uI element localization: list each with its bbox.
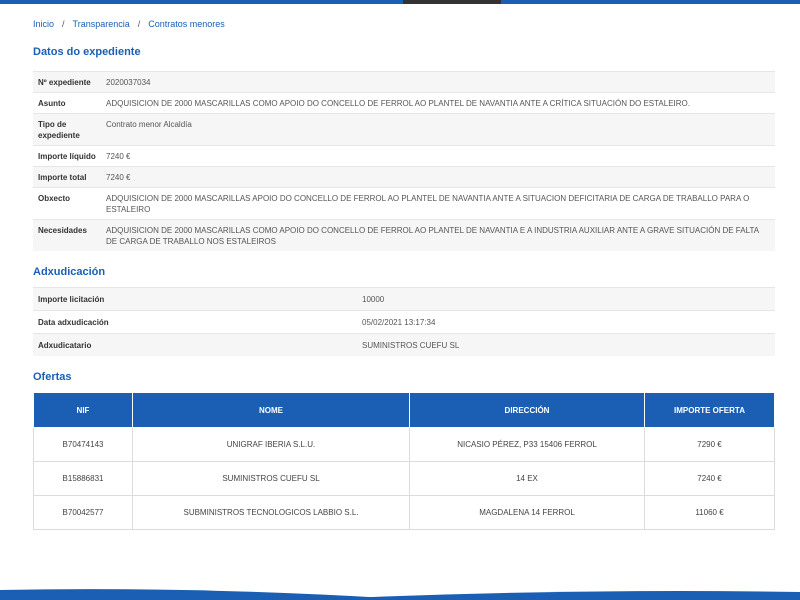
table-row: Asunto ADQUISICION DE 2000 MASCARILLAS C… [33,92,775,114]
field-label: Necesidades [33,219,101,251]
field-value: ADQUISICION DE 2000 MASCARILLAS APOIO DO… [101,187,775,220]
table-row: Data adxudicación 05/02/2021 13:17:34 [33,310,775,334]
table-row: Importe licitación 10000 [33,287,775,311]
column-header-nome: NOME [132,392,410,428]
table-row: Importe líquido 7240 € [33,145,775,167]
main-content: Inicio / Transparencia / Contratos menores D… [33,16,775,530]
column-header-importe-oferta: IMPORTE OFERTA [644,392,775,428]
field-label: Obxecto [33,187,101,220]
footer-decoration [0,589,800,600]
section-title-ofertas: Ofertas [33,371,72,383]
field-value: 05/02/2021 13:17:34 [357,310,775,334]
breadcrumb-separator: / [137,19,141,29]
breadcrumb-transparencia[interactable]: Transparencia [73,19,130,29]
breadcrumb: Inicio / Transparencia / Contratos menores [33,16,775,32]
table-row: Nº expediente 2020037034 [33,71,775,93]
cell-direccion: MAGDALENA 14 FERROL [409,495,645,530]
field-value: ADQUISICION DE 2000 MASCARILLAS COMO APO… [101,219,775,251]
field-label: Adxudicatario [33,333,357,356]
field-value: SUMINISTROS CUEFU SL [357,333,775,356]
top-active-indicator [403,0,501,4]
breadcrumb-inicio[interactable]: Inicio [33,19,54,29]
field-label: Importe total [33,166,101,188]
cell-importe-oferta: 11060 € [644,495,775,530]
section-title-adxudicacion: Adxudicación [33,266,106,278]
cell-direccion: NICASIO PÉREZ, P33 15406 FERROL [409,427,645,462]
cell-nif: B70474143 [33,427,133,462]
ofertas-table: NIF NOME DIRECCIÓN IMPORTE OFERTA B70474… [33,392,775,530]
cell-nif: B15886831 [33,461,133,496]
table-row: Necesidades ADQUISICION DE 2000 MASCARIL… [33,219,775,251]
field-value: 7240 € [101,145,775,167]
datos-expediente-table: Nº expediente 2020037034 Asunto ADQUISIC… [33,71,775,251]
cell-nome: UNIGRAF IBERIA S.L.U. [132,427,410,462]
cell-nome: SUBMINISTROS TECNOLOGICOS LABBIO S.L. [132,495,410,530]
field-value: 7240 € [101,166,775,188]
field-value: Contrato menor Alcaldía [101,113,775,146]
field-label: Importe líquido [33,145,101,167]
cell-nif: B70042577 [33,495,133,530]
column-header-direccion: DIRECCIÓN [409,392,645,428]
table-row: Tipo de expediente Contrato menor Alcald… [33,113,775,146]
table-row: Importe total 7240 € [33,166,775,188]
field-label: Importe licitación [33,287,357,311]
table-row: Adxudicatario SUMINISTROS CUEFU SL [33,333,775,356]
field-value: 2020037034 [101,71,775,93]
top-accent-bar [0,0,800,4]
table-row: Obxecto ADQUISICION DE 2000 MASCARILLAS … [33,187,775,220]
field-label: Asunto [33,92,101,114]
field-value: 10000 [357,287,775,311]
field-value: ADQUISICION DE 2000 MASCARILLAS COMO APO… [101,92,775,114]
table-header-row: NIF NOME DIRECCIÓN IMPORTE OFERTA [33,392,775,428]
breadcrumb-separator: / [62,19,65,29]
field-label: Tipo de expediente [33,113,101,146]
cell-importe-oferta: 7290 € [644,427,775,462]
table-row: B70474143 UNIGRAF IBERIA S.L.U. NICASIO … [33,427,775,462]
cell-importe-oferta: 7240 € [644,461,775,496]
table-row: B15886831 SUMINISTROS CUEFU SL 14 EX 724… [33,461,775,496]
section-title-datos: Datos do expediente [33,46,141,58]
table-row: B70042577 SUBMINISTROS TECNOLOGICOS LABB… [33,495,775,530]
cell-direccion: 14 EX [409,461,645,496]
field-label: Data adxudicación [33,310,357,334]
column-header-nif: NIF [33,392,133,428]
adxudicacion-table: Importe licitación 10000 Data adxudicaci… [33,287,775,356]
breadcrumb-contratos-menores[interactable]: Contratos menores [148,19,225,29]
cell-nome: SUMINISTROS CUEFU SL [132,461,410,496]
field-label: Nº expediente [33,71,101,93]
